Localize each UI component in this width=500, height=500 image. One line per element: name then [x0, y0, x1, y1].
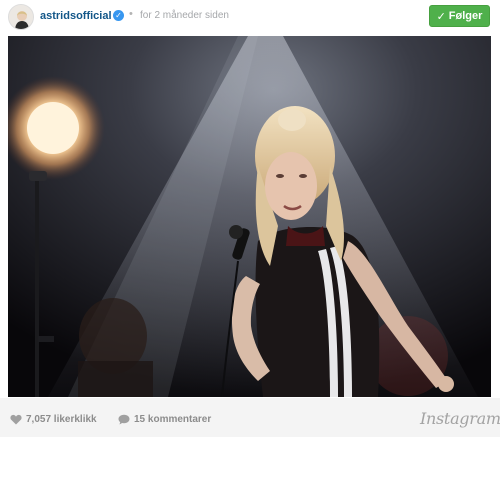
avatar-image	[9, 5, 33, 29]
post-header: astridsofficial ✓ • for 2 måneder siden …	[0, 0, 500, 34]
username-link[interactable]: astridsofficial	[40, 10, 112, 22]
verified-badge-icon: ✓	[113, 10, 124, 21]
post-photo[interactable]	[8, 36, 491, 397]
checkmark-icon: ✓	[436, 10, 446, 23]
likes-label: 7,057 likerklikk	[26, 414, 97, 425]
concert-photo-image	[8, 36, 491, 397]
comments-count[interactable]: 15 kommentarer	[118, 414, 211, 425]
post-footer: 7,057 likerklikk 15 kommentarer Instagra…	[0, 398, 500, 437]
follow-button-label: Følger	[448, 10, 483, 22]
likes-count[interactable]: 7,057 likerklikk	[10, 414, 97, 425]
instagram-wordmark[interactable]: Instagram	[420, 409, 500, 428]
comments-label: 15 kommentarer	[134, 414, 212, 425]
post-timestamp[interactable]: for 2 måneder siden	[140, 10, 229, 21]
separator-dot: •	[129, 8, 133, 20]
follow-button[interactable]: ✓ Følger	[429, 5, 490, 27]
instagram-embed: astridsofficial ✓ • for 2 måneder siden …	[0, 0, 500, 437]
speech-bubble-icon	[118, 414, 130, 425]
profile-avatar[interactable]	[8, 4, 34, 30]
heart-icon	[10, 414, 22, 425]
